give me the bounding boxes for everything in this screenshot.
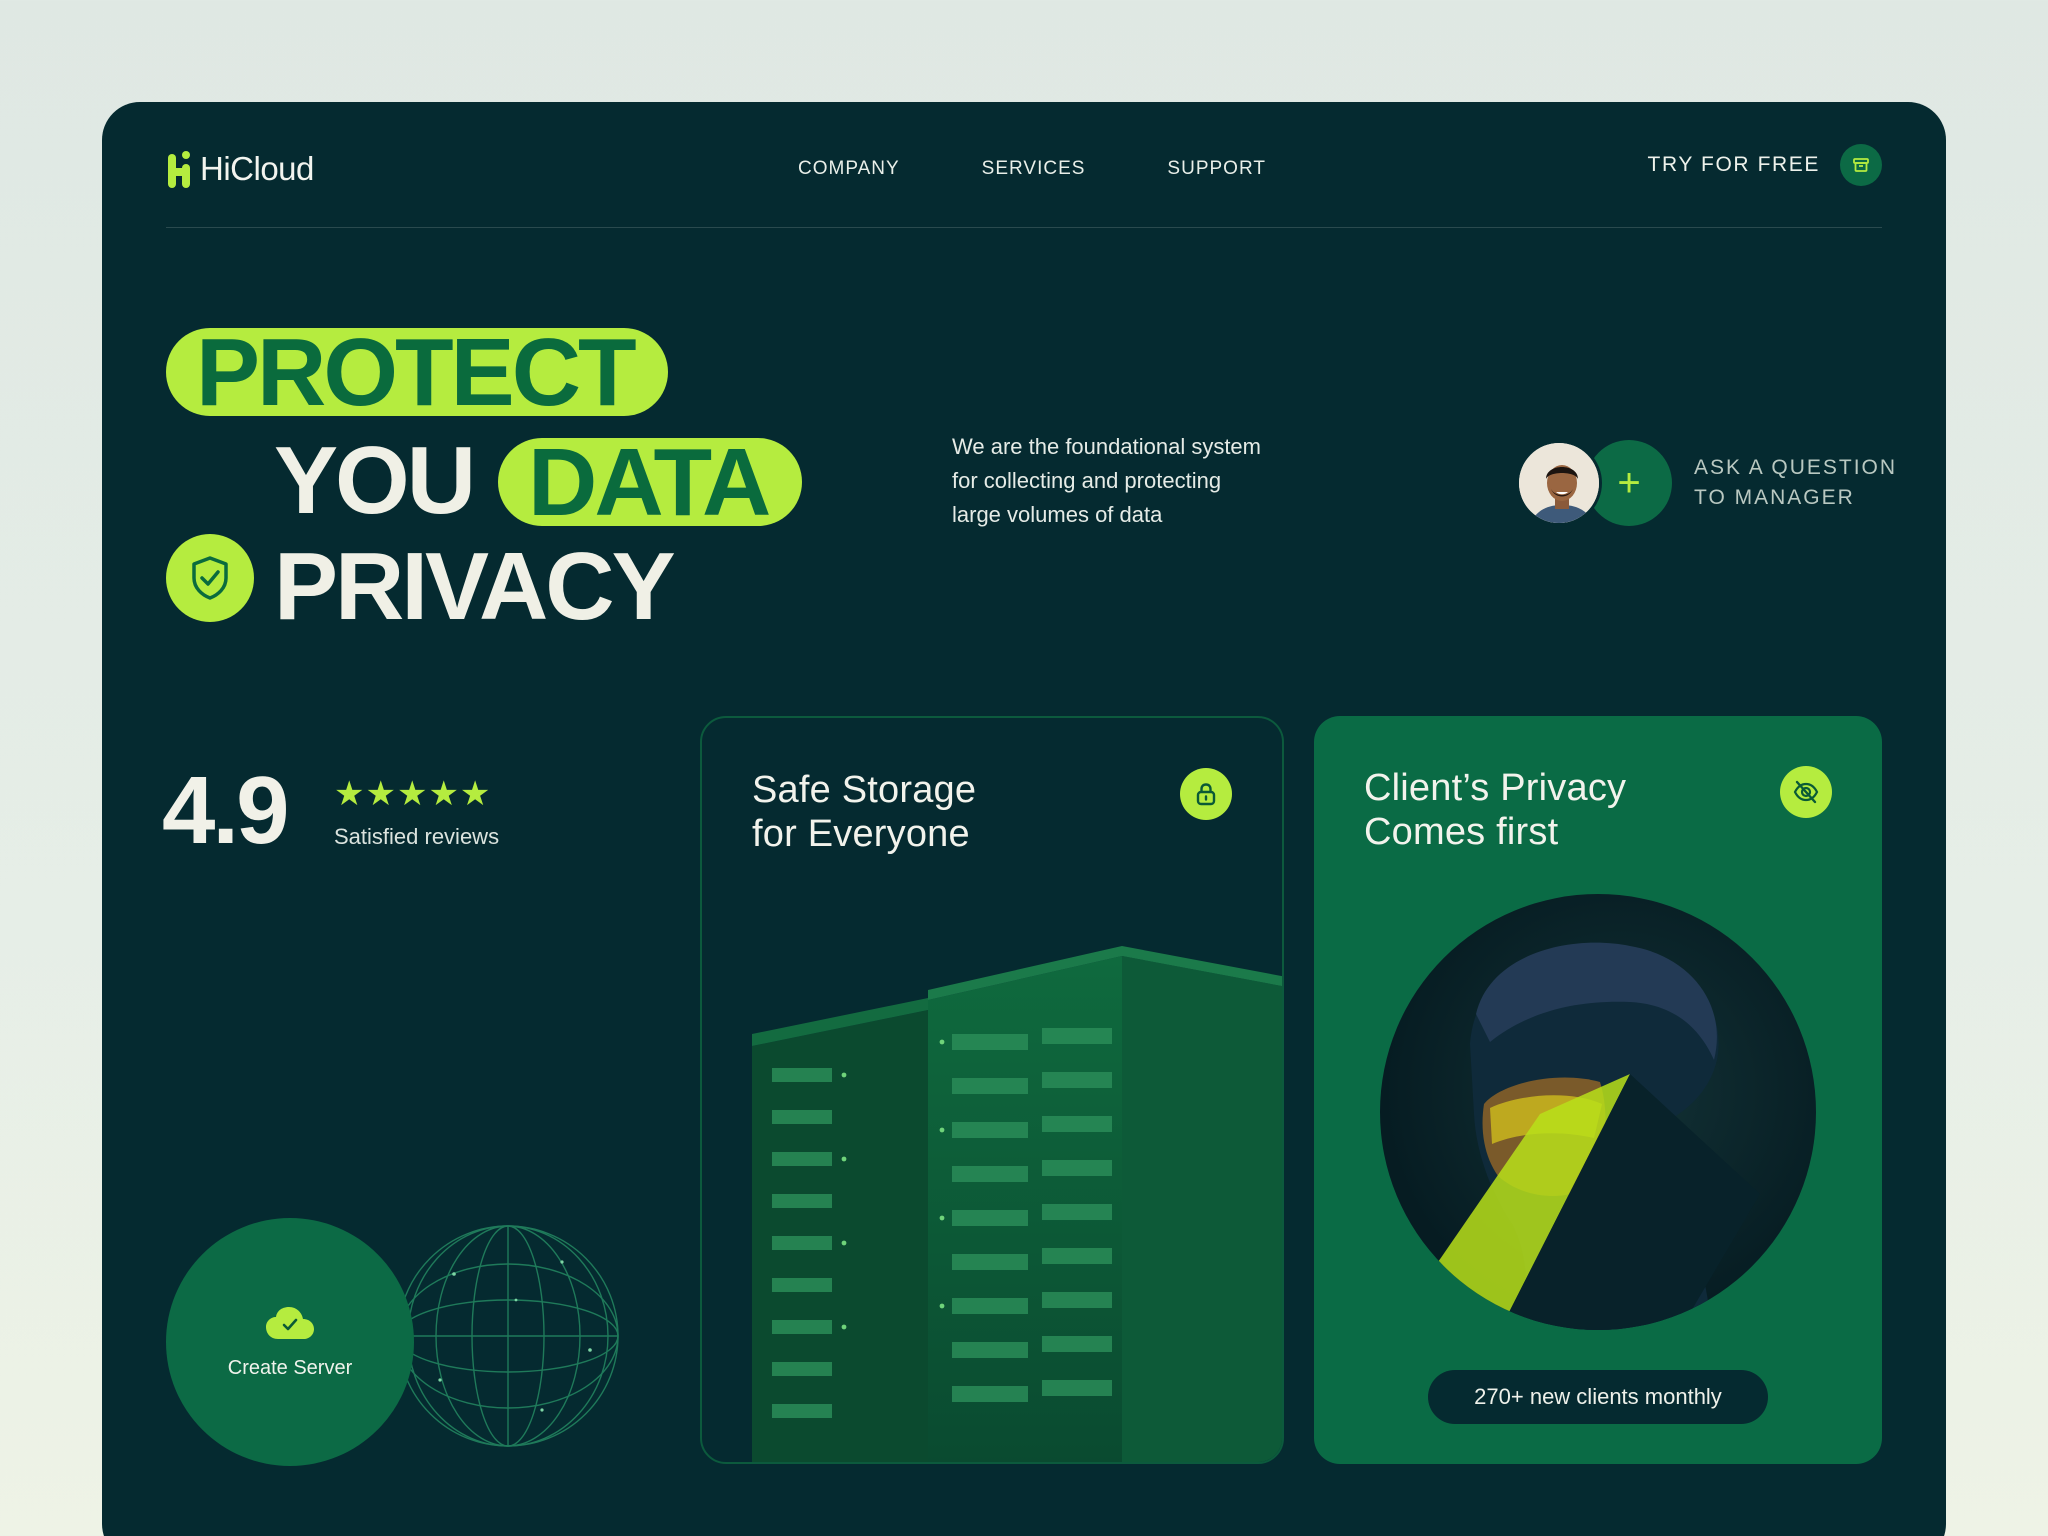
description-line: for collecting and protecting xyxy=(952,468,1222,493)
logo[interactable]: HiCloud xyxy=(166,146,314,192)
main-nav: COMPANY SERVICES SUPPORT xyxy=(798,158,1266,180)
cloud-check-icon xyxy=(266,1306,314,1339)
card-title: Safe Storage for Everyone xyxy=(752,768,976,856)
create-server-button[interactable]: Create Server xyxy=(166,1218,414,1466)
lock-icon[interactable] xyxy=(1180,768,1232,820)
nav-item-support[interactable]: SUPPORT xyxy=(1167,158,1266,180)
shield-check-icon xyxy=(166,534,254,622)
clients-badge: 270+ new clients monthly xyxy=(1428,1370,1768,1424)
headline-privacy: PRIVACY xyxy=(274,533,676,640)
eye-off-icon[interactable] xyxy=(1780,766,1832,818)
logo-mark-icon xyxy=(168,151,190,188)
rating-stars-icon: ★★★★★ xyxy=(334,775,492,813)
headline-protect: PROTECT xyxy=(166,325,668,421)
client-privacy-card[interactable]: Client’s Privacy Comes first 270+ new cl… xyxy=(1314,716,1882,1464)
globe-wireframe-icon xyxy=(397,1225,619,1447)
nav-item-services[interactable]: SERVICES xyxy=(982,158,1086,180)
manager-avatar xyxy=(1516,440,1602,526)
rating-value: 4.9 xyxy=(162,757,289,864)
card-title-line: Client’s Privacy xyxy=(1364,767,1627,809)
header-divider xyxy=(166,227,1882,228)
try-for-free-button[interactable]: TRY FOR FREE xyxy=(1648,144,1882,186)
nav-item-company[interactable]: COMPANY xyxy=(798,158,900,180)
brand-name: HiCloud xyxy=(200,150,314,187)
headline-data: DATA xyxy=(498,435,803,531)
client-portrait-image xyxy=(1380,894,1816,1330)
description-line: We are the foundational system xyxy=(952,434,1261,459)
create-server-label: Create Server xyxy=(227,1356,353,1379)
ask-line-1: ASK A QUESTION xyxy=(1694,456,1898,479)
hero-description: We are the foundational system for colle… xyxy=(952,430,1312,532)
ask-question-label: ASK A QUESTION TO MANAGER xyxy=(1694,453,1897,513)
rating-label: Satisfied reviews xyxy=(334,824,500,849)
archive-icon[interactable] xyxy=(1840,144,1882,186)
card-title-line: Comes first xyxy=(1364,811,1559,853)
page-frame: HiCloud COMPANY SERVICES SUPPORT TRY FOR… xyxy=(102,102,1946,1536)
description-line: large volumes of data xyxy=(952,502,1163,527)
ask-manager-button[interactable]: + ASK A QUESTION TO MANAGER xyxy=(1516,440,1897,526)
safe-storage-card[interactable]: Safe Storage for Everyone xyxy=(700,716,1284,1464)
card-title-line: for Everyone xyxy=(752,813,970,855)
card-title-line: Safe Storage xyxy=(752,769,977,811)
headline-you: YOU xyxy=(274,427,476,534)
card-title: Client’s Privacy Comes first xyxy=(1364,766,1626,854)
try-for-free-label: TRY FOR FREE xyxy=(1647,153,1820,176)
ask-line-2: TO MANAGER xyxy=(1694,486,1855,509)
server-rack-image xyxy=(752,946,1282,1462)
